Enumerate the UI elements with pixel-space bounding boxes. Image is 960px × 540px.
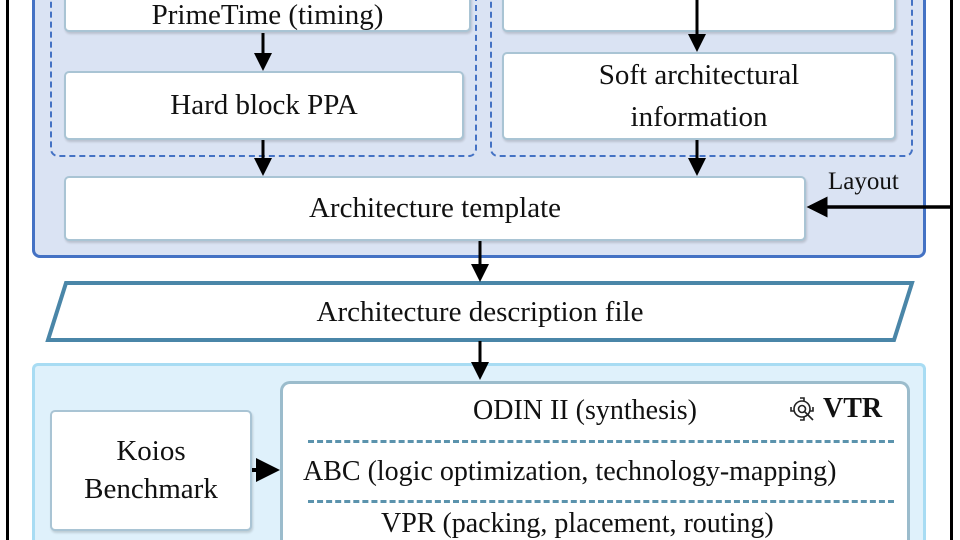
vpr-stage: VPR (packing, placement, routing) [381, 508, 774, 539]
odin-stage: ODIN II (synthesis) [473, 395, 697, 426]
stage-divider [308, 440, 894, 443]
abc-stage: ABC (logic optimization, technology-mapp… [303, 456, 837, 487]
flow-diagram: PrimeTime (timing) Hard block PPA Soft a… [0, 0, 960, 540]
vtr-label: VTR [823, 393, 883, 424]
stage-divider [308, 500, 894, 503]
gear-wrench-icon [790, 397, 814, 421]
